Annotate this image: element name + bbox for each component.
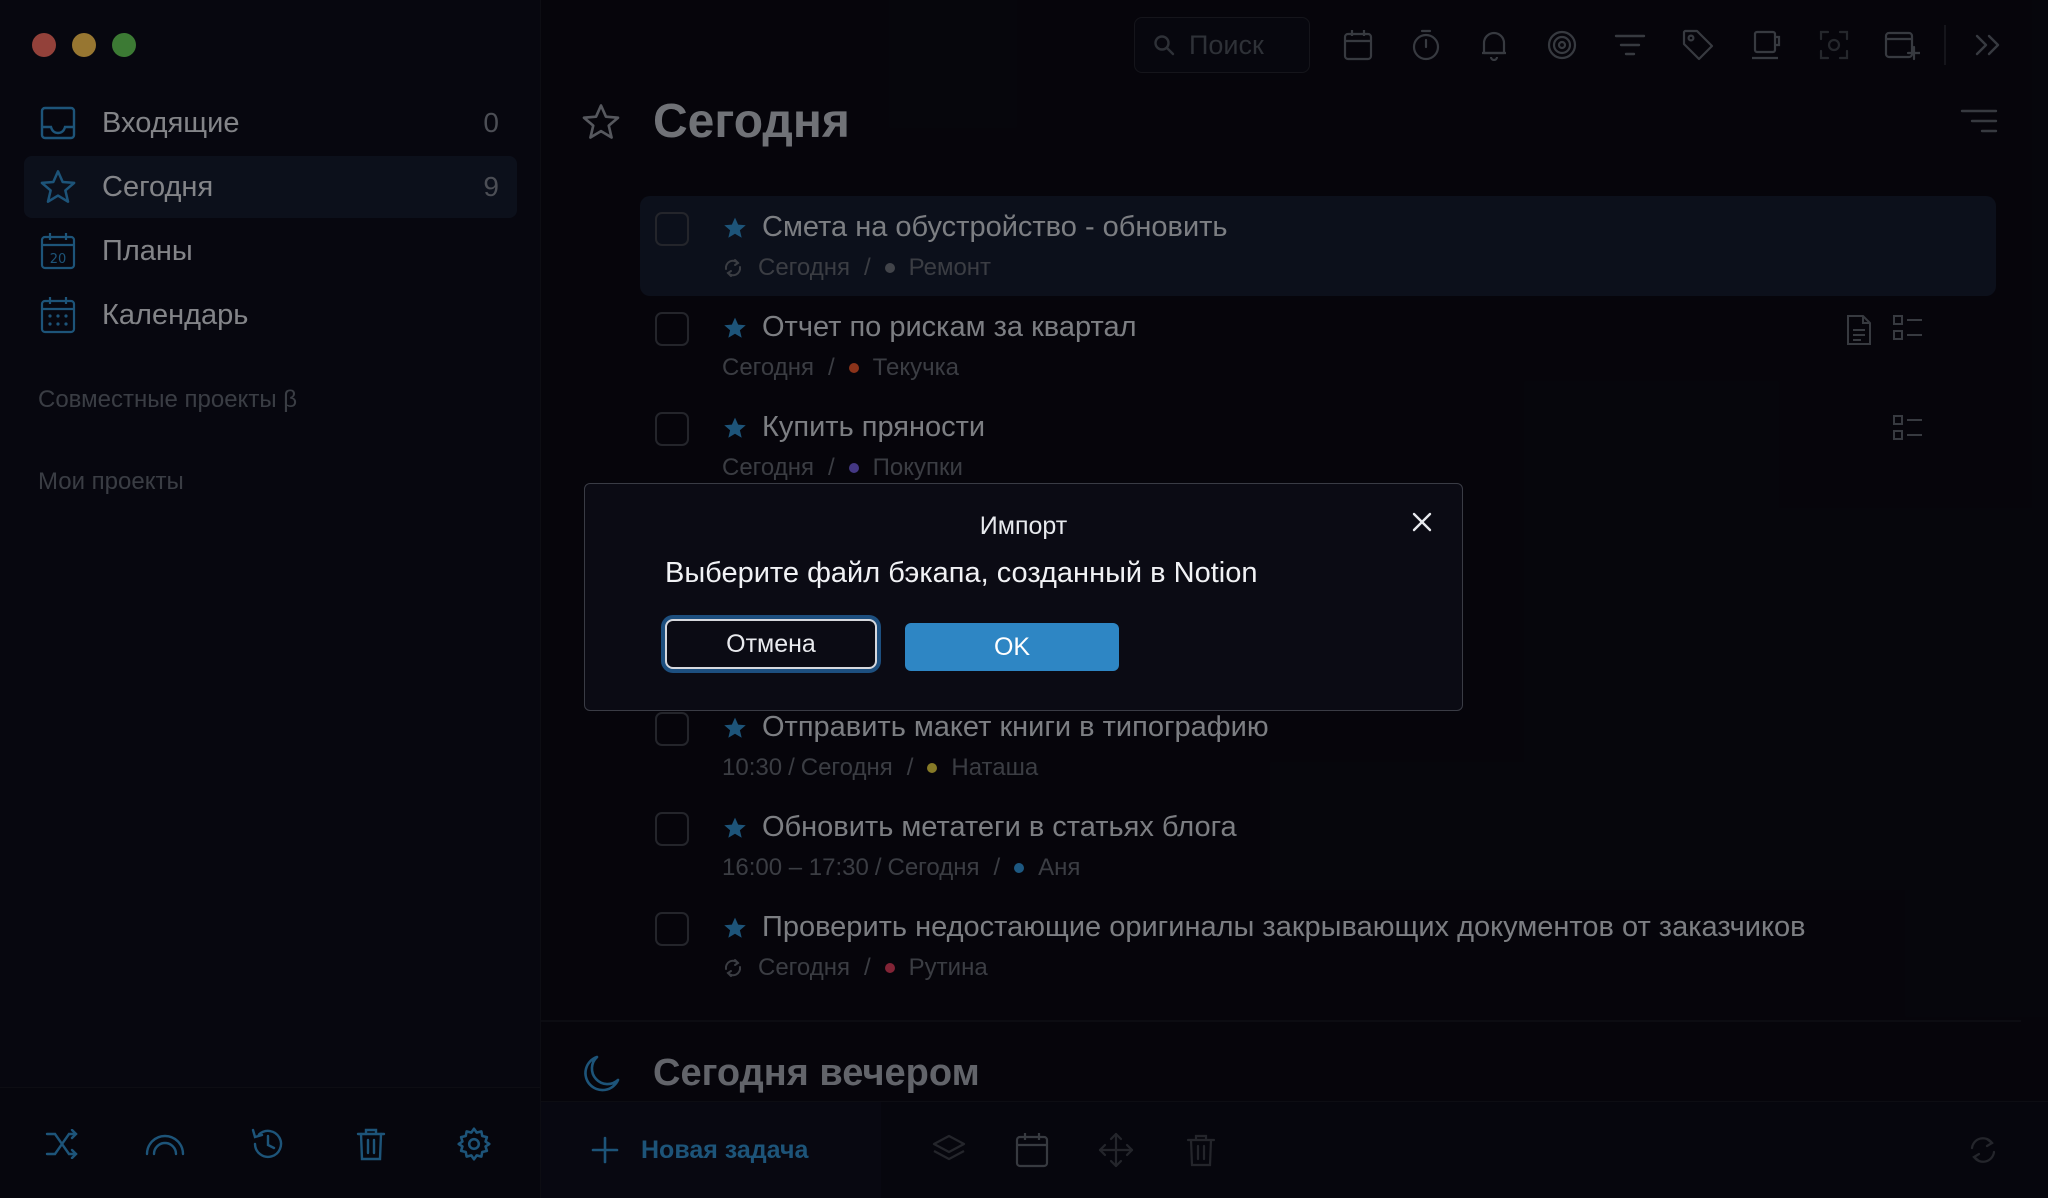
close-icon[interactable] bbox=[1412, 512, 1432, 532]
import-dialog: Импорт Выберите файл бэкапа, созданный в… bbox=[584, 483, 1463, 711]
dialog-title: Импорт bbox=[979, 512, 1068, 540]
cancel-button[interactable]: Отмена bbox=[665, 619, 877, 669]
ok-button[interactable]: OK bbox=[905, 623, 1119, 671]
dialog-message: Выберите файл бэкапа, созданный в Notion bbox=[665, 557, 1258, 589]
